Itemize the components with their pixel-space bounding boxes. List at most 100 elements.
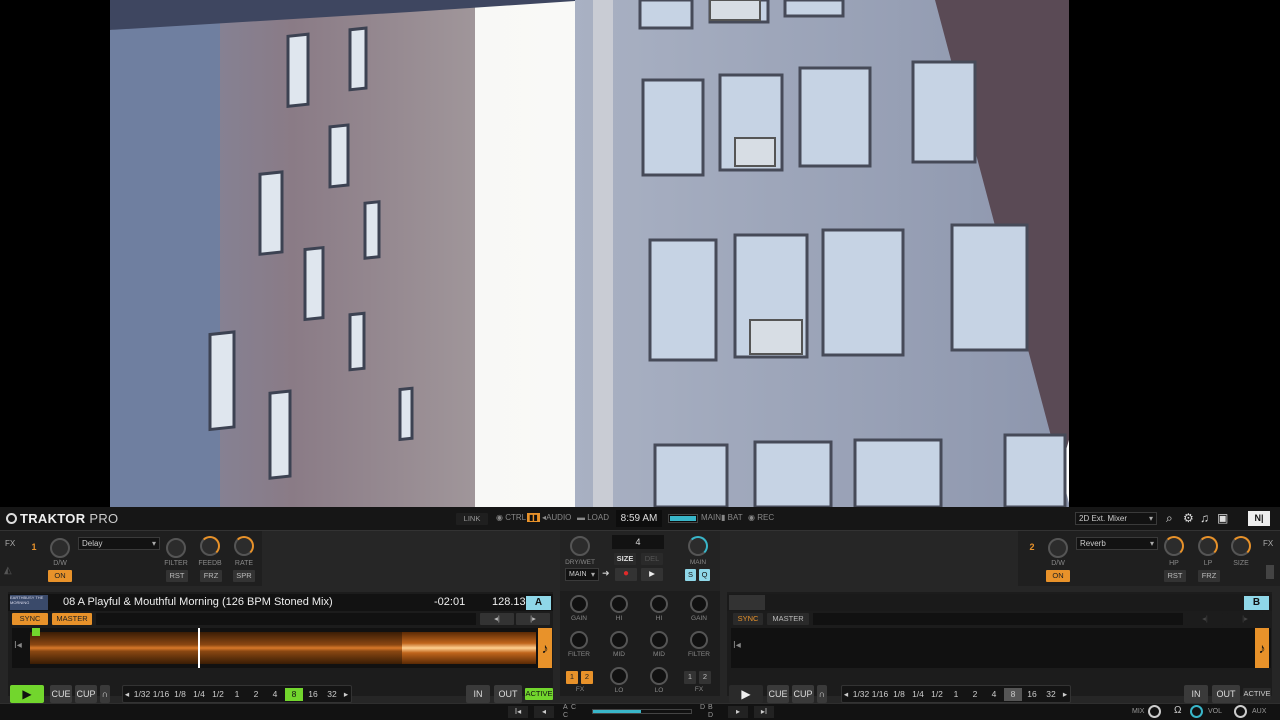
deck-b-flux-button[interactable]: ∩ [817, 685, 827, 703]
ch-a-mid-knob[interactable] [610, 631, 628, 649]
deck-b-beatjump-fwd[interactable]: |▸ [1227, 613, 1263, 625]
deck-b-cue-button[interactable]: CUE [767, 685, 789, 703]
gear-icon[interactable]: ⚙ [1183, 511, 1194, 525]
deck-a-loop-active-button[interactable]: ACTIVE [525, 688, 553, 700]
deck-b-loop-1-16[interactable]: 1/16 [871, 688, 889, 701]
deck-b-tempo-icon[interactable]: ♪ [1255, 628, 1269, 668]
ch-a-hi-knob[interactable] [610, 595, 628, 613]
fx1-drywet-knob[interactable] [50, 538, 70, 558]
deck-b-loop-active-button[interactable]: ACTIVE [1243, 688, 1271, 700]
deck-b-loop-8[interactable]: 8 [1004, 688, 1022, 701]
deck-b-sync-button[interactable]: SYNC [733, 613, 763, 625]
deck-a-loop-1-2[interactable]: 1/2 [209, 688, 227, 701]
cue-mix-knob[interactable] [1148, 705, 1161, 718]
snap-button[interactable]: S [685, 569, 696, 581]
layout-selector[interactable]: 2D Ext. Mixer [1075, 512, 1157, 525]
size-button[interactable]: SIZE [614, 553, 636, 565]
deck-b-loop-1-32[interactable]: 1/32 [852, 688, 870, 701]
deck-a-beatjump-fwd[interactable]: |▸ [516, 613, 550, 625]
deck-b-loop-32[interactable]: 32 [1042, 688, 1060, 701]
deck-a-loop-1-4[interactable]: 1/4 [190, 688, 208, 701]
fx2-hp-knob[interactable] [1164, 536, 1184, 556]
deck-a-cue-button[interactable]: CUE [50, 685, 72, 703]
xfader-assign-d2[interactable]: D [708, 712, 713, 719]
deck-b-loop-1-8[interactable]: 1/8 [890, 688, 908, 701]
deck-b-loop-4[interactable]: 4 [985, 688, 1003, 701]
deck-a-flux-button[interactable]: ∩ [100, 685, 110, 703]
main-volume-knob[interactable] [688, 536, 708, 556]
del-button[interactable]: DEL [641, 553, 663, 565]
xfader-assign-a[interactable]: A [563, 704, 568, 711]
deck-a-loop-32[interactable]: 32 [323, 688, 341, 701]
headphones-icon[interactable]: ♫ [1200, 511, 1209, 525]
deck-a-loop-in-button[interactable]: IN [466, 685, 490, 703]
deck-a-loop-out-button[interactable]: OUT [494, 685, 522, 703]
deck-a-tempo-icon[interactable]: ♪ [538, 628, 552, 668]
crossfader[interactable] [592, 709, 692, 714]
fx2-effect-select[interactable]: Reverb [1076, 537, 1158, 550]
xfader-assign-d[interactable]: D [700, 704, 705, 711]
fx1-on-button[interactable]: ON [48, 570, 72, 582]
deck-a-loop-prev-icon[interactable]: ◂ [123, 688, 131, 701]
deck-a-loop-8[interactable]: 8 [285, 688, 303, 701]
ch-b-filter-knob[interactable] [690, 631, 708, 649]
fx2-scroll-handle[interactable] [1266, 565, 1274, 579]
deck-a-loop-1-16[interactable]: 1/16 [152, 688, 170, 701]
deck-a-loop-16[interactable]: 16 [304, 688, 322, 701]
deck-b-loop-1-2[interactable]: 1/2 [928, 688, 946, 701]
deck-b-loop-next-icon[interactable]: ▸ [1061, 688, 1069, 701]
rewind-icon[interactable]: ◂ [534, 706, 554, 718]
fullscreen-icon[interactable]: ▣ [1217, 511, 1228, 525]
ch-a-filter-knob[interactable] [570, 631, 588, 649]
deck-b-beatjump-back[interactable]: ◂| [1187, 613, 1223, 625]
ch-b-fx1-button[interactable]: 1 [684, 671, 696, 684]
xfader-assign-b[interactable]: B [708, 704, 713, 711]
ch-a-fx2-button[interactable]: 2 [581, 671, 593, 684]
ch-b-lo-knob[interactable] [650, 667, 668, 685]
fx2-size-knob[interactable] [1231, 536, 1251, 556]
fx2-lp-knob[interactable] [1198, 536, 1218, 556]
fx2-rst-button[interactable]: RST [1164, 570, 1186, 582]
search-icon[interactable]: ⌕ [1166, 511, 1173, 526]
fx1-rst-button[interactable]: RST [166, 570, 188, 582]
loop-play-button[interactable]: ▶ [641, 568, 663, 581]
fx1-spr-button[interactable]: SPR [233, 570, 255, 582]
skip-back-icon[interactable]: I◂ [508, 706, 528, 718]
link-button[interactable]: LINK [456, 513, 488, 525]
deck-b-overview[interactable] [813, 613, 1183, 625]
deck-a-loop-1-32[interactable]: 1/32 [133, 688, 151, 701]
deck-b-loop-1[interactable]: 1 [947, 688, 965, 701]
master-drywet-knob[interactable] [570, 536, 590, 556]
deck-b-cup-button[interactable]: CUP [792, 685, 814, 703]
ch-a-gain-knob[interactable] [570, 595, 588, 613]
quantize-button[interactable]: Q [699, 569, 710, 581]
deck-b-loop-in-button[interactable]: IN [1184, 685, 1208, 703]
deck-a-loop-2[interactable]: 2 [247, 688, 265, 701]
ch-a-fx1-button[interactable]: 1 [566, 671, 578, 684]
master-route-select[interactable]: MAIN [565, 568, 599, 581]
ch-b-hi-knob[interactable] [650, 595, 668, 613]
deck-a-overview[interactable] [96, 613, 476, 625]
deck-b-loop-prev-icon[interactable]: ◂ [842, 688, 850, 701]
deck-a-loop-1[interactable]: 1 [228, 688, 246, 701]
ch-b-gain-knob[interactable] [690, 595, 708, 613]
deck-b-letter[interactable]: B [1244, 596, 1269, 610]
fx2-frz-button[interactable]: FRZ [1198, 570, 1220, 582]
fx1-feedback-knob[interactable] [200, 536, 220, 556]
deck-a-loop-next-icon[interactable]: ▸ [342, 688, 350, 701]
deck-b-loop-2[interactable]: 2 [966, 688, 984, 701]
fx1-rate-knob[interactable] [234, 536, 254, 556]
deck-b-master-button[interactable]: MASTER [767, 613, 809, 625]
xfader-assign-c[interactable]: C [571, 704, 576, 711]
fx2-on-button[interactable]: ON [1046, 570, 1070, 582]
deck-b-loop-out-button[interactable]: OUT [1212, 685, 1240, 703]
deck-b-loop-16[interactable]: 16 [1023, 688, 1041, 701]
deck-a-loop-4[interactable]: 4 [266, 688, 284, 701]
ch-b-fx2-button[interactable]: 2 [699, 671, 711, 684]
deck-b-loop-1-4[interactable]: 1/4 [909, 688, 927, 701]
aux-knob[interactable] [1234, 705, 1247, 718]
ch-b-mid-knob[interactable] [650, 631, 668, 649]
fx1-assign-icon[interactable]: ◭ [4, 565, 12, 576]
forward-icon[interactable]: ▸ [728, 706, 748, 718]
deck-a-cup-button[interactable]: CUP [75, 685, 97, 703]
